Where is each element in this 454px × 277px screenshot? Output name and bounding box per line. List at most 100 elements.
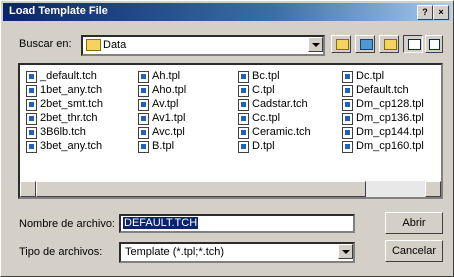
file-item[interactable]: Dm_cp144.tpl <box>340 125 424 139</box>
new-folder-icon <box>384 39 397 50</box>
file-icon <box>138 141 149 153</box>
file-item[interactable]: Avc.tpl <box>136 125 186 139</box>
file-item[interactable]: Cc.tpl <box>236 111 311 125</box>
file-icon <box>238 99 249 111</box>
file-name: Bc.tpl <box>252 70 280 82</box>
file-item[interactable]: Dm_cp128.tpl <box>340 97 424 111</box>
file-icon <box>342 127 353 139</box>
file-name: 2bet_smt.tch <box>40 98 103 110</box>
file-item[interactable]: C.tpl <box>236 83 311 97</box>
horizontal-scrollbar[interactable] <box>20 181 441 197</box>
file-icon <box>138 99 149 111</box>
chevron-down-icon[interactable] <box>308 37 323 52</box>
file-icon <box>26 71 37 83</box>
up-folder-button[interactable] <box>331 35 351 53</box>
file-column-4: Dc.tpl Default.tch Dm_cp128.tpl Dm_cp136… <box>340 69 424 153</box>
open-button[interactable]: Abrir <box>385 212 443 234</box>
file-item[interactable]: Dc.tpl <box>340 69 424 83</box>
file-item[interactable]: Bc.tpl <box>236 69 311 83</box>
file-name: Cc.tpl <box>252 112 281 124</box>
file-icon <box>342 85 353 97</box>
file-icon <box>238 141 249 153</box>
lookin-combo[interactable]: Data <box>81 35 325 56</box>
filename-label: Nombre de archivo: <box>19 218 115 230</box>
desktop-button[interactable] <box>355 35 375 53</box>
file-item[interactable]: 2bet_thr.tch <box>24 111 103 125</box>
title-bar: Load Template File ? × <box>3 3 451 21</box>
file-column-1: _default.tch 1bet_any.tch 2bet_smt.tch 2… <box>24 69 103 153</box>
filename-value: DEFAULT.TCH <box>123 217 199 229</box>
file-name: 3B6lb.tch <box>40 126 86 138</box>
file-icon <box>26 85 37 97</box>
file-icon <box>342 113 353 125</box>
file-name: D.tpl <box>252 140 275 152</box>
file-icon <box>238 127 249 139</box>
filetype-label: Tipo de archivos: <box>19 246 103 258</box>
file-icon <box>342 71 353 83</box>
scroll-thumb[interactable] <box>36 181 366 197</box>
file-item[interactable]: Dm_cp160.tpl <box>340 139 424 153</box>
file-icon <box>26 141 37 153</box>
file-name: Cadstar.tch <box>252 98 308 110</box>
file-icon <box>238 71 249 83</box>
lookin-label: Buscar en: <box>19 38 72 50</box>
file-item[interactable]: Ceramic.tch <box>236 125 311 139</box>
file-column-3: Bc.tpl C.tpl Cadstar.tch Cc.tpl Ceramic.… <box>236 69 311 153</box>
file-name: Ah.tpl <box>152 70 181 82</box>
filetype-value: Template (*.tpl;*.tch) <box>125 246 225 258</box>
lookin-value: Data <box>103 39 127 51</box>
file-name: Av.tpl <box>152 98 179 110</box>
file-icon <box>26 113 37 125</box>
new-folder-button[interactable] <box>379 35 399 53</box>
file-item[interactable]: 1bet_any.tch <box>24 83 103 97</box>
file-name: Dm_cp144.tpl <box>356 126 424 138</box>
details-view-icon <box>429 39 440 50</box>
chevron-down-icon[interactable] <box>338 244 353 259</box>
file-item[interactable]: 3B6lb.tch <box>24 125 103 139</box>
file-name: Avc.tpl <box>152 126 185 138</box>
file-item[interactable]: _default.tch <box>24 69 103 83</box>
file-item[interactable]: D.tpl <box>236 139 311 153</box>
file-item[interactable]: Av.tpl <box>136 97 186 111</box>
file-name: B.tpl <box>152 140 175 152</box>
file-item[interactable]: Av1.tpl <box>136 111 186 125</box>
file-column-2: Ah.tpl Aho.tpl Av.tpl Av1.tpl Avc.tpl B.… <box>136 69 186 153</box>
file-item[interactable]: B.tpl <box>136 139 186 153</box>
file-icon <box>138 113 149 125</box>
file-item[interactable]: Aho.tpl <box>136 83 186 97</box>
list-view-button[interactable] <box>403 35 423 53</box>
folder-icon <box>86 39 101 51</box>
file-icon <box>138 71 149 83</box>
file-icon <box>238 113 249 125</box>
window-title: Load Template File <box>9 5 108 17</box>
cancel-button[interactable]: Cancelar <box>385 240 443 262</box>
file-item[interactable]: Default.tch <box>340 83 424 97</box>
file-item[interactable]: 2bet_smt.tch <box>24 97 103 111</box>
file-icon <box>138 127 149 139</box>
file-name: Default.tch <box>356 84 409 96</box>
scroll-right-button[interactable] <box>425 181 441 197</box>
file-item[interactable]: 3bet_any.tch <box>24 139 103 153</box>
filename-input[interactable]: DEFAULT.TCH <box>119 214 355 233</box>
close-button[interactable]: × <box>433 5 449 20</box>
file-item[interactable]: Ah.tpl <box>136 69 186 83</box>
file-icon <box>26 99 37 111</box>
file-icon <box>342 99 353 111</box>
details-view-button[interactable] <box>425 35 443 53</box>
desktop-icon <box>360 39 373 50</box>
load-template-dialog: Load Template File ? × Buscar en: Data _… <box>0 0 454 277</box>
file-name: _default.tch <box>40 70 97 82</box>
file-name: C.tpl <box>252 84 275 96</box>
file-item[interactable]: Cadstar.tch <box>236 97 311 111</box>
file-name: Aho.tpl <box>152 84 187 96</box>
file-item[interactable]: Dm_cp136.tpl <box>340 111 424 125</box>
list-view-icon <box>408 39 421 50</box>
up-folder-icon <box>336 39 349 50</box>
file-name: 1bet_any.tch <box>40 84 103 96</box>
file-icon <box>342 141 353 153</box>
file-icon <box>26 127 37 139</box>
filetype-select[interactable]: Template (*.tpl;*.tch) <box>119 242 355 263</box>
help-button[interactable]: ? <box>417 5 433 20</box>
scroll-left-button[interactable] <box>20 181 36 197</box>
file-list[interactable]: _default.tch 1bet_any.tch 2bet_smt.tch 2… <box>18 63 443 199</box>
